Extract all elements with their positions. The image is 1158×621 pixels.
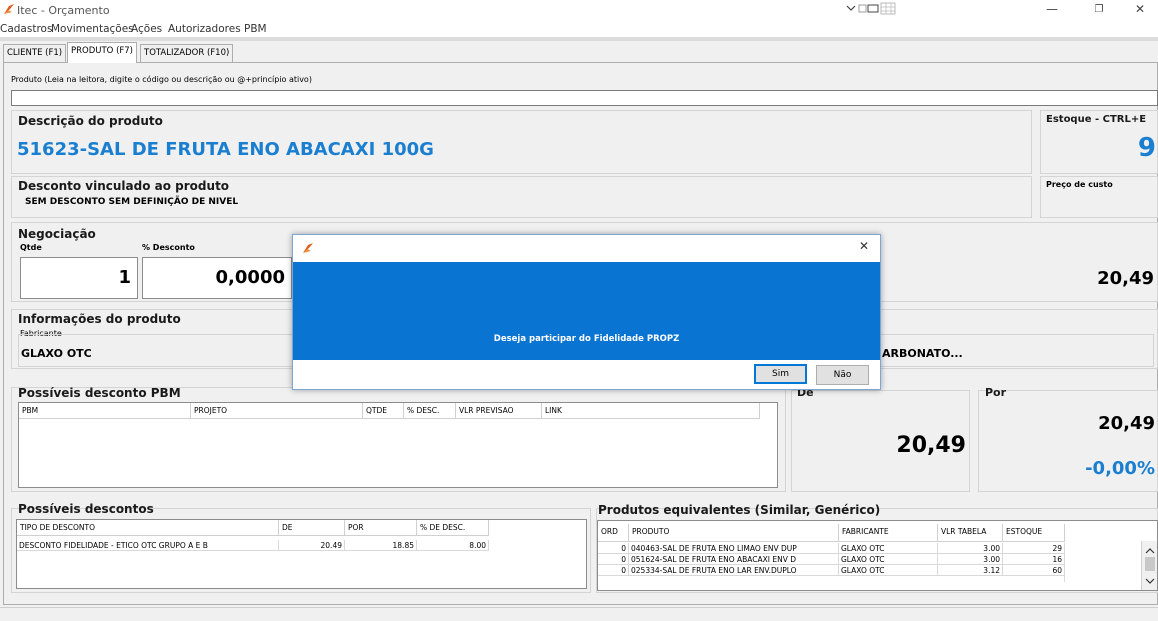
status-bar bbox=[0, 607, 1158, 621]
table-cell[interactable]: 29 bbox=[1003, 543, 1065, 554]
menu-movimentacoes[interactable]: Movimentações bbox=[51, 23, 134, 35]
menu-autorizadores-pbm[interactable]: Autorizadores PBM bbox=[168, 23, 267, 35]
estoque-value: 9 bbox=[1137, 133, 1156, 163]
pbm-col-desc[interactable]: % DESC. bbox=[404, 403, 456, 419]
descontos-col-tipo[interactable]: TIPO DE DESCONTO bbox=[17, 520, 279, 536]
sim-button[interactable]: Sim bbox=[754, 364, 807, 384]
table-cell[interactable]: 3.12 bbox=[938, 565, 1003, 576]
produto-search-input[interactable] bbox=[11, 90, 1158, 106]
pbm-col-projeto[interactable]: PROJETO bbox=[191, 403, 363, 419]
equivalentes-grid[interactable]: ORD PRODUTO FABRICANTE VLR TABELA ESTOQU… bbox=[597, 520, 1158, 591]
equivalentes-col-fabricante[interactable]: FABRICANTE bbox=[839, 524, 938, 542]
descontos-grid[interactable]: TIPO DE DESCONTO DE POR % DE DESC. DESCO… bbox=[16, 519, 587, 589]
chevron-up-icon[interactable] bbox=[1145, 547, 1155, 555]
table-cell[interactable]: 60 bbox=[1003, 565, 1065, 576]
table-cell[interactable]: GLAXO OTC bbox=[839, 565, 938, 576]
scrollbar-thumb[interactable] bbox=[1145, 557, 1155, 571]
menu-cadastros[interactable]: Cadastros bbox=[0, 23, 52, 35]
descontos-col-de[interactable]: DE bbox=[279, 520, 345, 536]
menu-acoes[interactable]: Ações bbox=[131, 23, 162, 35]
fabricante-value: GLAXO OTC bbox=[21, 347, 92, 360]
table-row-partial[interactable] bbox=[598, 576, 1065, 582]
pbm-col-pbm[interactable]: PBM bbox=[19, 403, 191, 419]
table-cell[interactable]: 18.85 bbox=[345, 540, 417, 551]
qtde-label: Qtde bbox=[20, 243, 42, 252]
produto-label: Produto (Leia na leitora, digite o códig… bbox=[11, 75, 312, 84]
system-tray-icons[interactable] bbox=[845, 2, 897, 16]
desconto-label: % Desconto bbox=[142, 243, 195, 252]
pbm-col-qtde[interactable]: QTDE bbox=[363, 403, 404, 419]
close-button[interactable]: ✕ bbox=[1128, 0, 1152, 20]
table-cell[interactable]: 0 bbox=[598, 565, 629, 576]
estoque-title: Estoque - CTRL+E bbox=[1046, 114, 1147, 125]
pbm-col-link[interactable]: LINK bbox=[542, 403, 760, 419]
desconto-vinculado-value: SEM DESCONTO SEM DEFINIÇÃO DE NIVEL bbox=[25, 197, 239, 207]
tab-cliente[interactable]: CLIENTE (F1) bbox=[3, 44, 67, 62]
equivalentes-col-produto[interactable]: PRODUTO bbox=[629, 524, 839, 542]
table-cell[interactable]: GLAXO OTC bbox=[839, 543, 938, 554]
minimize-button[interactable]: — bbox=[1040, 0, 1064, 20]
equivalentes-col-ord[interactable]: ORD bbox=[598, 524, 629, 542]
title-bar bbox=[0, 0, 1158, 20]
table-row[interactable]: DESCONTO FIDELIDADE - ETICO OTC GRUPO A … bbox=[17, 540, 279, 551]
table-cell[interactable]: 0 bbox=[598, 554, 629, 565]
por-value: 20,49 bbox=[1098, 413, 1155, 434]
table-cell[interactable]: 8.00 bbox=[417, 540, 489, 551]
table-cell[interactable]: 3.00 bbox=[938, 543, 1003, 554]
pbm-grid[interactable]: PBM PROJETO QTDE % DESC. VLR PREVISAO LI… bbox=[18, 402, 778, 488]
app-logo-icon bbox=[4, 4, 14, 14]
descricao-title: Descrição do produto bbox=[18, 114, 163, 128]
table-row[interactable]: 025334-SAL DE FRUTA ENO LAR ENV.DUPLO bbox=[629, 565, 839, 576]
table-cell[interactable]: 16 bbox=[1003, 554, 1065, 565]
equivalentes-col-estoque[interactable]: ESTOQUE bbox=[1003, 524, 1065, 542]
tab-totalizador[interactable]: TOTALIZADOR (F10) bbox=[140, 44, 234, 62]
table-row[interactable]: 051624-SAL DE FRUTA ENO ABACAXI ENV D bbox=[629, 554, 839, 565]
table-cell[interactable]: 3.00 bbox=[938, 554, 1003, 565]
equivalentes-scrollbar[interactable] bbox=[1141, 541, 1157, 590]
descricao-value: 51623-SAL DE FRUTA ENO ABACAXI 100G bbox=[17, 139, 434, 160]
desconto-input[interactable]: 0,0000 bbox=[142, 257, 292, 299]
pbm-col-vlr-previsao[interactable]: VLR PREVISAO bbox=[456, 403, 542, 419]
chevron-down-icon[interactable] bbox=[1145, 577, 1155, 585]
dialog-logo-icon bbox=[303, 243, 313, 253]
table-cell[interactable]: GLAXO OTC bbox=[839, 554, 938, 565]
principio-ativo-value: ARBONATO... bbox=[882, 347, 963, 360]
tab-produto[interactable]: PRODUTO (F7) bbox=[67, 42, 138, 63]
menu-bar: Cadastros Movimentações Ações Autorizado… bbox=[0, 20, 1158, 37]
equivalentes-title: Produtos equivalentes (Similar, Genérico… bbox=[598, 503, 881, 517]
qtde-input[interactable]: 1 bbox=[20, 257, 138, 299]
table-cell[interactable]: 0 bbox=[598, 543, 629, 554]
descontos-title: Possíveis descontos bbox=[18, 502, 154, 516]
preco-value: 20,49 bbox=[1097, 268, 1154, 289]
negociacao-title: Negociação bbox=[18, 227, 96, 241]
pbm-title: Possíveis desconto PBM bbox=[18, 386, 181, 400]
de-value: 20,49 bbox=[896, 433, 966, 458]
por-percent: -0,00% bbox=[1085, 458, 1155, 479]
preco-custo-title: Preço de custo bbox=[1046, 180, 1113, 189]
informacoes-title: Informações do produto bbox=[18, 312, 181, 326]
table-row[interactable]: 040463-SAL DE FRUTA ENO LIMAO ENV DUP bbox=[629, 543, 839, 554]
equivalentes-col-vlr-tabela[interactable]: VLR TABELA bbox=[938, 524, 1003, 542]
descontos-col-desc[interactable]: % DE DESC. bbox=[417, 520, 489, 536]
table-cell[interactable]: 20.49 bbox=[279, 540, 345, 551]
dialog-message: Deseja participar do Fidelidade PROPZ bbox=[493, 334, 680, 344]
window-title: Itec - Orçamento bbox=[17, 4, 110, 17]
dialog-close-button[interactable]: ✕ bbox=[859, 239, 869, 253]
desconto-vinculado-title: Desconto vinculado ao produto bbox=[18, 179, 230, 193]
dialog-body: Deseja participar do Fidelidade PROPZ bbox=[293, 262, 880, 360]
nao-button[interactable]: Não bbox=[816, 365, 869, 385]
descontos-col-por[interactable]: POR bbox=[345, 520, 417, 536]
menu-separator bbox=[0, 37, 1158, 41]
por-title: Por bbox=[985, 386, 1007, 399]
maximize-button[interactable]: ❐ bbox=[1087, 0, 1111, 20]
